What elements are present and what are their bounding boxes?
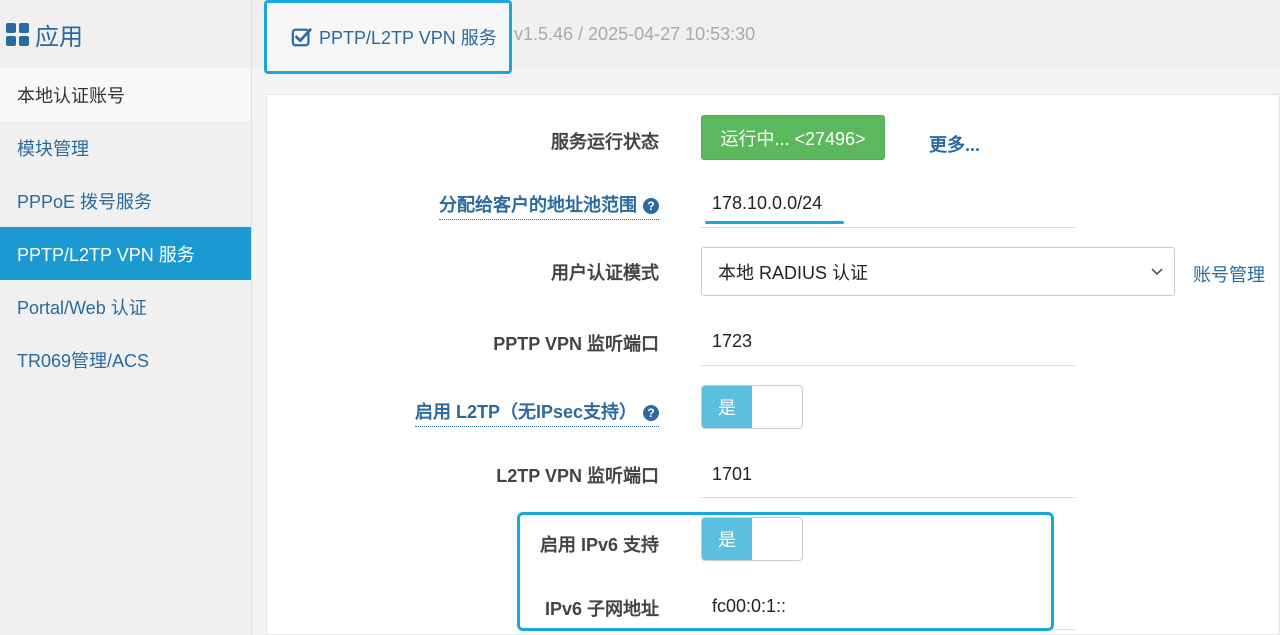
ipv6-highlight-box — [517, 512, 1054, 631]
auth-mode-selected-value: 本地 RADIUS 认证 — [718, 262, 869, 283]
sidebar-item-label: 本地认证账号 — [17, 85, 125, 106]
l2tp-enable-label-text: 启用 L2TP（无IPsec支持） — [414, 402, 637, 422]
address-pool-label[interactable]: 分配给客户的地址池范围? — [439, 191, 659, 220]
sidebar-item-label: PPPoE 拨号服务 — [17, 191, 153, 212]
service-status-label: 服务运行状态 — [551, 132, 659, 152]
version-info: v1.5.46 / 2025-04-27 10:53:30 — [514, 24, 756, 44]
sidebar-item-portal-web[interactable]: Portal/Web 认证 — [0, 280, 251, 333]
sidebar-item-label: TR069管理/ACS — [17, 350, 150, 371]
service-status-button[interactable]: 运行中... <27496> — [701, 115, 885, 160]
chevron-down-icon — [1151, 268, 1163, 276]
auth-mode-select[interactable]: 本地 RADIUS 认证 — [701, 247, 1175, 296]
address-pool-underline — [701, 227, 1075, 228]
sidebar-item-modules[interactable]: 模块管理 — [0, 121, 251, 174]
auth-mode-label: 用户认证模式 — [551, 263, 659, 283]
sidebar-item-local-accounts[interactable]: 本地认证账号 — [0, 68, 251, 121]
address-pool-focus-line — [705, 221, 844, 224]
l2tp-port-label: L2TP VPN 监听端口 — [496, 466, 659, 486]
help-icon[interactable]: ? — [643, 405, 659, 421]
l2tp-port-underline — [701, 497, 1075, 498]
sidebar-item-label: PPTP/L2TP VPN 服务 — [17, 244, 195, 265]
sidebar-item-label: Portal/Web 认证 — [17, 297, 147, 318]
settings-panel: 服务运行状态 运行中... <27496> 更多... 分配给客户的地址池范围?… — [266, 94, 1280, 635]
address-pool-label-text: 分配给客户的地址池范围 — [439, 195, 637, 215]
help-icon[interactable]: ? — [643, 198, 659, 214]
tab-label: PPTP/L2TP VPN 服务 — [319, 28, 497, 48]
pptp-port-label: PPTP VPN 监听端口 — [493, 334, 659, 354]
l2tp-enable-toggle[interactable]: 是 — [701, 385, 803, 429]
sidebar: 应用 本地认证账号 模块管理 PPPoE 拨号服务 PPTP/L2TP VPN … — [0, 0, 252, 635]
sidebar-header: 应用 — [0, 0, 251, 68]
sidebar-item-tr069[interactable]: TR069管理/ACS — [0, 333, 251, 386]
address-pool-input[interactable]: 178.10.0.0/24 — [712, 193, 822, 214]
sidebar-item-label: 模块管理 — [17, 138, 89, 159]
sidebar-item-pptp-l2tp[interactable]: PPTP/L2TP VPN 服务 — [0, 227, 251, 280]
pptp-port-input[interactable]: 1723 — [712, 331, 752, 352]
l2tp-port-input[interactable]: 1701 — [712, 464, 752, 485]
apps-grid-icon — [6, 22, 29, 46]
account-management-link[interactable]: 账号管理 — [1193, 261, 1265, 287]
tab-pptp-l2tp[interactable]: PPTP/L2TP VPN 服务 — [264, 0, 512, 74]
top-bar: PPTP/L2TP VPN 服务 v1.5.46 / 2025-04-27 10… — [252, 0, 1280, 74]
toggle-on-label: 是 — [702, 386, 752, 428]
sidebar-title: 应用 — [35, 23, 83, 51]
more-link[interactable]: 更多... — [929, 131, 980, 157]
l2tp-enable-label[interactable]: 启用 L2TP（无IPsec支持）? — [414, 398, 659, 427]
checkbox-checked-icon — [291, 28, 312, 47]
sidebar-item-pppoe[interactable]: PPPoE 拨号服务 — [0, 174, 251, 227]
pptp-port-underline — [701, 365, 1075, 366]
